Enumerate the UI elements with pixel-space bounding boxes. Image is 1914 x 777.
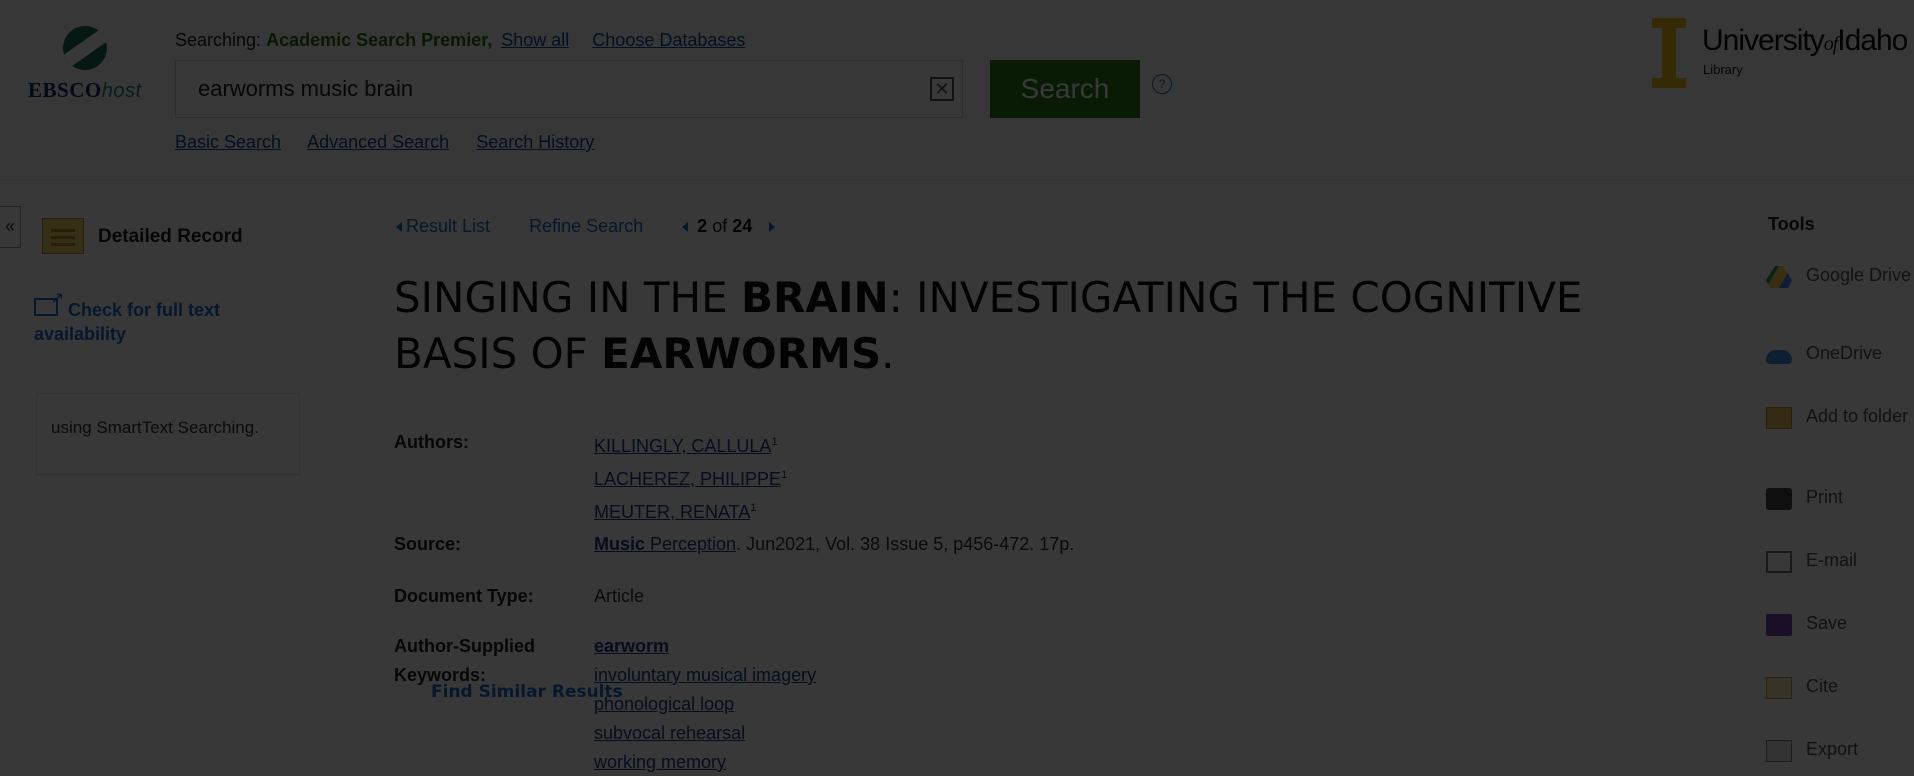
document-type-value: Article — [594, 586, 645, 606]
source-value: Music Perception. Jun2021, Vol. 38 Issue… — [594, 530, 1594, 559]
detailed-record-label: Detailed Record — [98, 226, 243, 247]
logo-wordmark: EBSCOhost — [28, 78, 142, 102]
find-similar-box: Find Similar Results using SmartText Sea… — [36, 393, 623, 702]
university-of-idaho-logo[interactable]: UniversityofIdaho Library — [1652, 18, 1914, 88]
authors-label: Authors: — [394, 432, 469, 452]
tool-label: Export — [1806, 739, 1859, 759]
tool-label: Print — [1806, 487, 1844, 507]
print-icon — [1766, 488, 1792, 510]
show-all-link[interactable]: Show all — [501, 30, 569, 50]
source-details: . Jun2021, Vol. 38 Issue 5, p456-472. 17… — [736, 534, 1075, 554]
help-icon[interactable]: ? — [1152, 74, 1172, 94]
globe-icon — [63, 26, 107, 70]
searching-line: Searching: Academic Search Premier, Show… — [175, 30, 745, 51]
full-text-label[interactable]: Check for full text availability — [34, 298, 274, 346]
record-navigation: Result List Refine Search 2 of 24 — [396, 216, 776, 237]
tools-header: Tools — [1768, 214, 1815, 234]
folder-icon — [1766, 407, 1792, 429]
pager-of: of — [712, 216, 728, 236]
database-name: Academic Search Premier, — [266, 30, 493, 50]
authors-row: Authors: KILLINGLY, CALLULA1 LACHEREZ, P… — [394, 428, 1594, 530]
author-affiliation: 1 — [771, 436, 778, 448]
tool-label: Save — [1806, 613, 1848, 633]
keyword-link[interactable]: working memory — [594, 752, 726, 772]
title-part: SINGING IN THE — [394, 273, 741, 322]
onedrive-icon — [1766, 350, 1792, 364]
keywords-row: Author-Supplied Keywords: earworm involu… — [394, 632, 1594, 777]
record-fields: Authors: KILLINGLY, CALLULA1 LACHEREZ, P… — [394, 428, 1594, 777]
keyword-link[interactable]: subvocal rehearsal — [594, 723, 745, 743]
keyword-link[interactable]: phonological loop — [594, 694, 734, 714]
tool-label: E-mail — [1806, 550, 1858, 570]
document-type-label: Document Type: — [394, 586, 534, 606]
search-button[interactable]: Search — [990, 60, 1140, 118]
tools-panel: Tools Google Drive OneDrive Add to folde… — [1760, 214, 1911, 762]
cite-icon — [1766, 677, 1792, 699]
email-icon — [1766, 551, 1792, 573]
university-library-label: Library — [1703, 62, 1743, 77]
previous-record-icon[interactable] — [682, 222, 689, 233]
ebscohost-logo[interactable]: EBSCOhost — [28, 26, 153, 106]
searching-label: Searching: — [175, 30, 262, 50]
google-drive-icon — [1766, 266, 1792, 288]
document-type-row: Document Type: Article — [394, 582, 1594, 632]
university-name: UniversityofIdaho — [1702, 24, 1908, 57]
source-journal-link[interactable]: Music Perception — [594, 534, 736, 554]
choose-databases-link[interactable]: Choose Databases — [592, 30, 745, 50]
title-part-bold: BRAIN — [741, 273, 889, 322]
author-affiliation: 1 — [781, 469, 788, 481]
tool-label: OneDrive — [1806, 343, 1883, 363]
search-history-link[interactable]: Search History — [476, 132, 594, 152]
search-mode-links: Basic Search Advanced Search Search Hist… — [175, 132, 616, 153]
full-text-link[interactable]: Check for full text availability — [34, 288, 274, 346]
title-part-bold: EARWORMS — [601, 329, 882, 378]
mouse-cursor-icon — [460, 494, 470, 508]
tool-label: Cite — [1806, 676, 1839, 696]
tool-label: Google Drive — [1806, 265, 1912, 285]
keywords-list: earworm involuntary musical imagery phon… — [594, 632, 1594, 777]
title-part: . — [881, 329, 895, 378]
record-title: SINGING IN THE BRAIN: INVESTIGATING THE … — [394, 270, 1624, 382]
author-link[interactable]: MEUTER, RENATA — [594, 502, 750, 522]
refine-search-link[interactable]: Refine Search — [529, 216, 643, 236]
pager: 2 of 24 — [682, 216, 776, 236]
pager-current: 2 — [697, 216, 708, 236]
author-affiliation: 1 — [750, 502, 757, 514]
header-bar: EBSCOhost Searching: Academic Search Pre… — [0, 0, 1914, 181]
save-icon — [1766, 614, 1792, 636]
author-link[interactable]: LACHEREZ, PHILIPPE — [594, 469, 781, 489]
author-link[interactable]: KILLINGLY, CALLULA — [594, 436, 771, 456]
idaho-i-icon — [1652, 18, 1686, 88]
export-icon — [1766, 740, 1792, 762]
document-icon — [42, 218, 84, 254]
keyword-link[interactable]: involuntary musical imagery — [594, 665, 816, 685]
tool-label: Add to folder — [1806, 406, 1909, 426]
basic-search-link[interactable]: Basic Search — [175, 132, 281, 152]
source-label: Source: — [394, 534, 462, 554]
advanced-search-link[interactable]: Advanced Search — [307, 132, 449, 152]
next-record-icon[interactable] — [769, 222, 776, 233]
collapse-sidebar-button[interactable]: « — [0, 206, 21, 248]
keyword-link[interactable]: earworm — [594, 636, 669, 656]
source-row: Source: Music Perception. Jun2021, Vol. … — [394, 530, 1594, 582]
pager-total: 24 — [732, 216, 753, 236]
result-list-link[interactable]: Result List — [406, 216, 490, 236]
search-box: ✕ — [175, 60, 963, 118]
authors-list: KILLINGLY, CALLULA1 LACHEREZ, PHILIPPE1 … — [594, 428, 1594, 527]
external-link-icon — [34, 288, 64, 316]
keywords-label: Author-Supplied Keywords: — [394, 636, 535, 685]
chevron-left-icon — [396, 222, 402, 233]
find-similar-desc: using SmartText Searching. — [51, 418, 259, 437]
close-icon[interactable]: ✕ — [930, 77, 954, 101]
search-input[interactable] — [196, 75, 900, 103]
